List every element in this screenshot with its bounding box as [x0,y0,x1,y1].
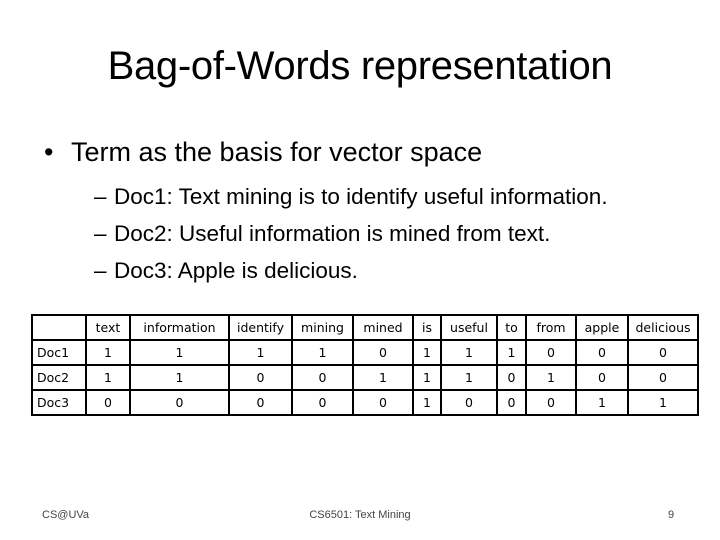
table-cell: 1 [129,339,230,366]
dash-icon: – [94,221,107,246]
bullet-dot-icon: • [44,137,54,167]
table-cell: 1 [412,339,442,366]
column-header-is: is [412,314,442,341]
slide-title: Bag-of-Words representation [107,44,613,88]
sub-bullet-doc3: – Doc3: Apple is delicious. [94,256,358,286]
table-cell: 1 [440,339,498,366]
table-cell: 0 [496,389,527,416]
row-label: Doc2 [31,364,87,391]
column-header-text: text [85,314,131,341]
column-header-mined: mined [352,314,414,341]
table-row: Doc3 0 0 0 0 0 1 0 0 0 1 1 [31,389,699,416]
column-header-information: information [129,314,230,341]
table-row: Doc1 1 1 1 1 0 1 1 1 0 0 0 [31,339,699,366]
table-cell: 0 [440,389,498,416]
row-label: Doc1 [31,339,87,366]
table-cell: 1 [496,339,527,366]
table-cell: 0 [352,389,414,416]
bag-of-words-table: text information identify mining mined is usef… [31,314,699,416]
table-cell: 0 [85,389,131,416]
sub-bullet-text: Doc1: Text mining is to identify useful … [114,184,608,209]
sub-bullet-doc2: – Doc2: Useful information is mined from … [94,219,550,249]
table-cell: 0 [228,364,293,391]
column-header-to: to [496,314,527,341]
table-cell: 0 [352,339,414,366]
dash-icon: – [94,258,107,283]
table-cell: 0 [129,389,230,416]
table-cell: 0 [627,339,699,366]
table-cell: 1 [440,364,498,391]
column-header-delicious: delicious [627,314,699,341]
table-cell: 0 [525,339,577,366]
table-cell: 1 [412,364,442,391]
sub-bullet-text: Doc2: Useful information is mined from t… [114,221,551,246]
table-cell: 1 [85,364,131,391]
table-cell: 1 [291,339,354,366]
bullet-item: • Term as the basis for vector space [44,134,482,170]
table-cell: 0 [291,389,354,416]
table-row: Doc2 1 1 0 0 1 1 1 0 1 0 0 [31,364,699,391]
table-cell: 0 [575,339,629,366]
column-header-identify: identify [228,314,293,341]
table-cell: 0 [228,389,293,416]
column-header-apple: apple [575,314,629,341]
column-header-useful: useful [440,314,498,341]
table-cell: 1 [352,364,414,391]
table-cell: 1 [412,389,442,416]
footer-course: CS6501: Text Mining [309,509,411,521]
column-header-mining: mining [291,314,354,341]
table-cell: 1 [575,389,629,416]
bullet-text: Term as the basis for vector space [71,137,483,167]
table-cell: 0 [627,364,699,391]
table-cell: 0 [525,389,577,416]
table-header-row: text information identify mining mined is usef… [31,314,699,341]
sub-bullet-doc1: – Doc1: Text mining is to identify useful… [94,182,608,212]
table-corner-cell [31,314,87,341]
table-cell: 1 [627,389,699,416]
table-cell: 0 [575,364,629,391]
column-header-from: from [525,314,577,341]
dash-icon: – [94,184,107,209]
table-cell: 0 [291,364,354,391]
table-cell: 0 [496,364,527,391]
table-cell: 1 [525,364,577,391]
sub-bullet-text: Doc3: Apple is delicious. [114,258,358,283]
table-cell: 1 [129,364,230,391]
table-cell: 1 [85,339,131,366]
page-number: 9 [668,509,675,521]
row-label: Doc3 [31,389,87,416]
table-cell: 1 [228,339,293,366]
